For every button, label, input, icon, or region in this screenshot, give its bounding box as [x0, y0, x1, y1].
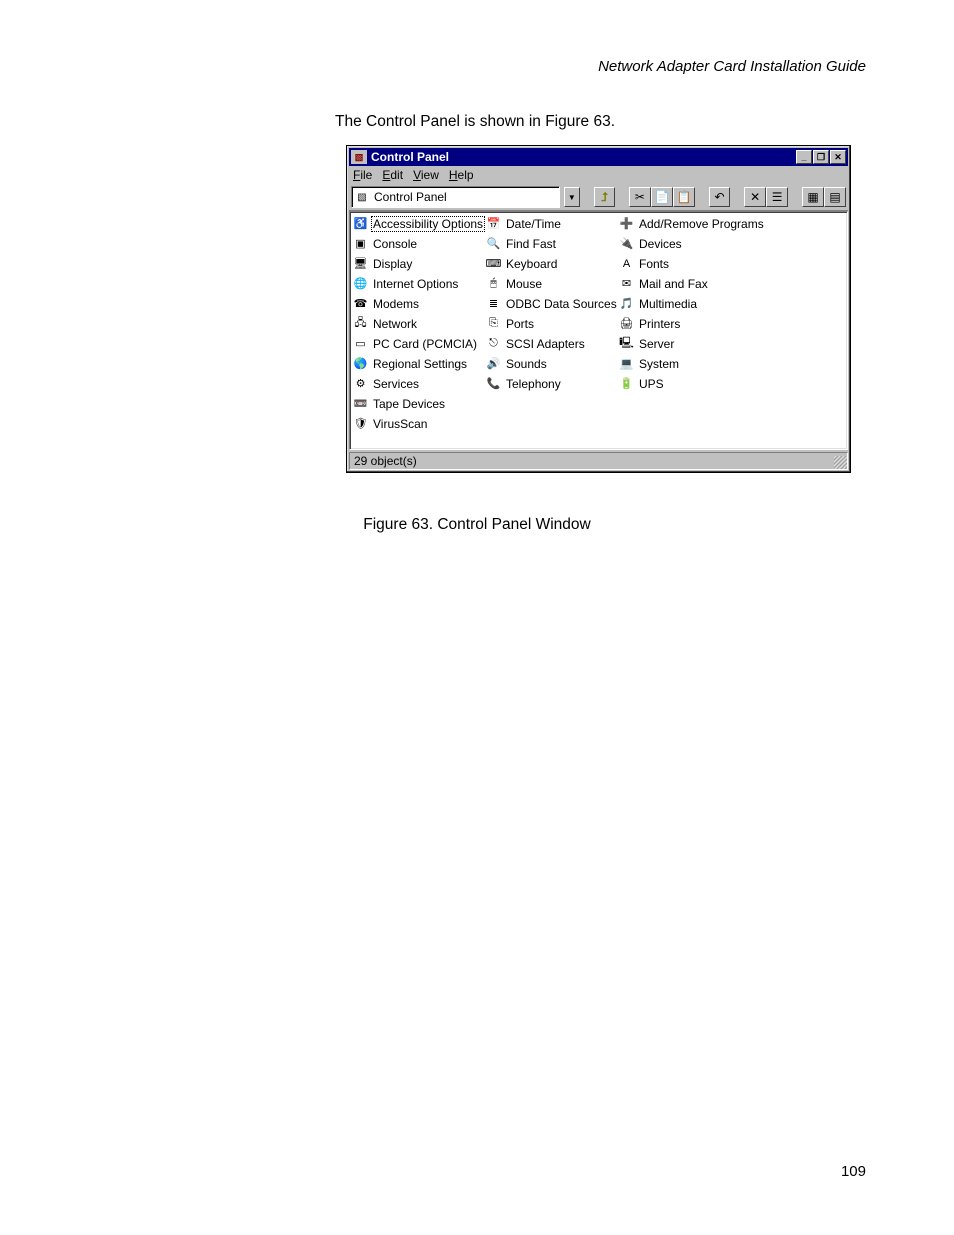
date-icon: 📅 [485, 216, 502, 232]
devices-icon: 🔌 [618, 236, 635, 252]
mail-icon: ✉ [618, 276, 635, 292]
properties-button[interactable]: ☰ [766, 187, 788, 207]
scsi-icon: ⎋ [485, 336, 502, 352]
control-panel-window: ▧ Control Panel _ ❐ ✕ File Edit View Hel… [346, 145, 851, 473]
large-icons-button[interactable]: ▦ [802, 187, 824, 207]
multimedia-icon: 🎵 [618, 296, 635, 312]
system-icon: 💻 [618, 356, 635, 372]
control-panel-icon: ▧ [354, 190, 370, 204]
resize-grip[interactable] [834, 456, 847, 469]
item-ports[interactable]: ⎘Ports [485, 315, 618, 332]
maximize-button[interactable]: ❐ [813, 150, 829, 164]
item-services[interactable]: ⚙Services [352, 375, 485, 392]
ups-icon: 🔋 [618, 376, 635, 392]
status-text: 29 object(s) [349, 452, 848, 470]
sounds-icon: 🔊 [485, 356, 502, 372]
item-virusscan[interactable]: 🛡VirusScan [352, 415, 485, 432]
item-keyboard[interactable]: ⌨Keyboard [485, 255, 618, 272]
item-pc-card[interactable]: ▭PC Card (PCMCIA) [352, 335, 485, 352]
intro-text: The Control Panel is shown in Figure 63. [335, 113, 615, 131]
item-regional-settings[interactable]: 🌎Regional Settings [352, 355, 485, 372]
undo-button[interactable]: ↶ [709, 187, 731, 207]
address-dropdown-button[interactable]: ▼ [564, 187, 580, 207]
item-tape-devices[interactable]: 📼Tape Devices [352, 395, 485, 412]
close-button[interactable]: ✕ [830, 150, 846, 164]
item-console[interactable]: ▣Console [352, 235, 485, 252]
item-ups[interactable]: 🔋UPS [618, 375, 773, 392]
pccard-icon: ▭ [352, 336, 369, 352]
window-title: Control Panel [371, 150, 795, 164]
display-icon: 🖥 [352, 256, 369, 272]
menu-file[interactable]: File [353, 168, 372, 182]
item-scsi-adapters[interactable]: ⎋SCSI Adapters [485, 335, 618, 352]
cut-button[interactable]: ✂ [629, 187, 651, 207]
column-2: 📅Date/Time 🔍Find Fast ⌨Keyboard 🖱Mouse ≣… [485, 215, 618, 435]
item-add-remove-programs[interactable]: ➕Add/Remove Programs [618, 215, 773, 232]
mouse-icon: 🖱 [485, 276, 502, 292]
copy-button[interactable]: 📄 [651, 187, 673, 207]
menu-bar: File Edit View Help [349, 166, 848, 184]
item-telephony[interactable]: 📞Telephony [485, 375, 618, 392]
item-find-fast[interactable]: 🔍Find Fast [485, 235, 618, 252]
address-box[interactable]: ▧ Control Panel [351, 186, 560, 208]
internet-icon: 🌐 [352, 276, 369, 292]
addremove-icon: ➕ [618, 216, 635, 232]
up-button[interactable]: ⮥ [594, 187, 616, 207]
item-odbc[interactable]: ≣ODBC Data Sources [485, 295, 618, 312]
content-area: ♿Accessibility Options ▣Console 🖥Display… [349, 211, 848, 450]
item-multimedia[interactable]: 🎵Multimedia [618, 295, 773, 312]
menu-help[interactable]: Help [449, 168, 474, 182]
small-icons-button[interactable]: ▤ [824, 187, 846, 207]
keyboard-icon: ⌨ [485, 256, 502, 272]
network-icon: 🖧 [352, 316, 369, 332]
printers-icon: 🖨 [618, 316, 635, 332]
item-sounds[interactable]: 🔊Sounds [485, 355, 618, 372]
modems-icon: ☎ [352, 296, 369, 312]
console-icon: ▣ [352, 236, 369, 252]
odbc-icon: ≣ [485, 296, 502, 312]
menu-view[interactable]: View [413, 168, 439, 182]
menu-edit[interactable]: Edit [382, 168, 403, 182]
item-accessibility-options[interactable]: ♿Accessibility Options [352, 215, 485, 232]
item-fonts[interactable]: AFonts [618, 255, 773, 272]
item-printers[interactable]: 🖨Printers [618, 315, 773, 332]
item-modems[interactable]: ☎Modems [352, 295, 485, 312]
titlebar[interactable]: ▧ Control Panel _ ❐ ✕ [349, 148, 848, 166]
page-number: 109 [841, 1163, 866, 1180]
minimize-button[interactable]: _ [796, 150, 812, 164]
paste-button[interactable]: 📋 [673, 187, 695, 207]
item-system[interactable]: 💻System [618, 355, 773, 372]
item-network[interactable]: 🖧Network [352, 315, 485, 332]
ports-icon: ⎘ [485, 316, 502, 332]
findfast-icon: 🔍 [485, 236, 502, 252]
tape-icon: 📼 [352, 396, 369, 412]
figure-caption: Figure 63. Control Panel Window [0, 516, 954, 534]
item-mail-and-fax[interactable]: ✉Mail and Fax [618, 275, 773, 292]
system-menu-icon[interactable]: ▧ [351, 150, 367, 164]
address-text: Control Panel [374, 190, 447, 204]
server-icon: 🖳 [618, 336, 635, 352]
virus-icon: 🛡 [352, 416, 369, 432]
delete-button[interactable]: ✕ [744, 187, 766, 207]
item-server[interactable]: 🖳Server [618, 335, 773, 352]
column-3: ➕Add/Remove Programs 🔌Devices AFonts ✉Ma… [618, 215, 773, 435]
toolbar: ▧ Control Panel ▼ ⮥ ✂ 📄 📋 ↶ ✕ ☰ ▦ ▤ [349, 184, 848, 211]
item-display[interactable]: 🖥Display [352, 255, 485, 272]
doc-header: Network Adapter Card Installation Guide [598, 58, 866, 75]
item-date-time[interactable]: 📅Date/Time [485, 215, 618, 232]
column-1: ♿Accessibility Options ▣Console 🖥Display… [352, 215, 485, 435]
accessibility-icon: ♿ [352, 216, 369, 232]
telephony-icon: 📞 [485, 376, 502, 392]
status-bar: 29 object(s) [349, 452, 848, 470]
item-devices[interactable]: 🔌Devices [618, 235, 773, 252]
fonts-icon: A [618, 256, 635, 272]
regional-icon: 🌎 [352, 356, 369, 372]
item-internet-options[interactable]: 🌐Internet Options [352, 275, 485, 292]
services-icon: ⚙ [352, 376, 369, 392]
item-mouse[interactable]: 🖱Mouse [485, 275, 618, 292]
